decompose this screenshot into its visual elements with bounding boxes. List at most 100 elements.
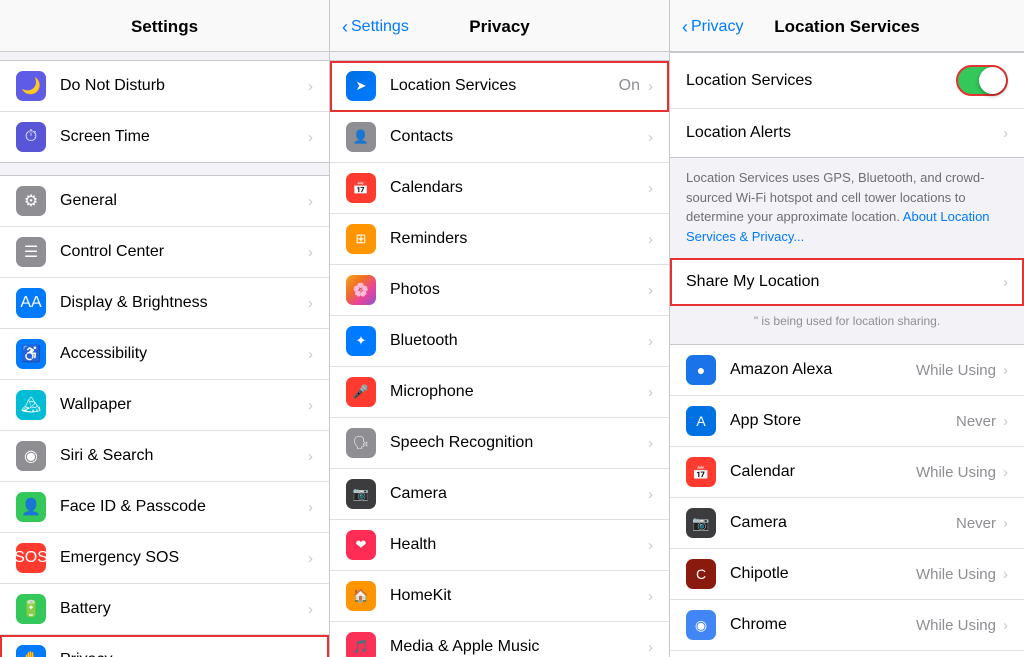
location-services-privacy-chevron-icon: › [648,78,653,95]
settings-item-wallpaper[interactable]: 🏔Wallpaper› [0,380,329,431]
settings-item-privacy[interactable]: ✋Privacy› [0,635,329,657]
homekit-privacy-label: HomeKit [390,587,646,605]
screen-time-label: Screen Time [60,128,306,146]
privacy-item-location-services[interactable]: ➤Location ServicesOn› [330,61,669,112]
contacts-privacy-chevron-icon: › [648,129,653,146]
privacy-item-speech-recognition[interactable]: 🗣Speech Recognition› [330,418,669,469]
contacts-privacy-label: Contacts [390,128,646,146]
location-services-privacy-label: Location Services [390,77,619,95]
location-services-label: Location Services [686,72,956,90]
calendar-app-label: Calendar [730,463,916,481]
amazon-alexa-chevron-icon: › [1003,362,1008,379]
location-header: ‹ Privacy Location Services [670,0,1024,52]
privacy-back-button[interactable]: ‹ Settings [342,18,409,36]
privacy-item-media-apple-music[interactable]: 🎵Media & Apple Music› [330,622,669,657]
app-store-app-icon: A [686,406,716,436]
calendar-permission-value: While Using [916,464,996,481]
location-back-label: Privacy [691,18,743,36]
emergency-sos-label: Emergency SOS [60,549,306,567]
privacy-item-photos[interactable]: 🌸Photos› [330,265,669,316]
location-back-button[interactable]: ‹ Privacy [682,18,743,36]
back-chevron-icon-right: ‹ [682,18,688,36]
location-alerts-row[interactable]: Location Alerts › [670,109,1024,157]
back-chevron-icon: ‹ [342,18,348,36]
accessibility-label: Accessibility [60,345,306,363]
privacy-item-homekit[interactable]: 🏠 HomeKit› [330,571,669,622]
calendar-app-icon: 📅 [686,457,716,487]
chipotle-app-icon: C [686,559,716,589]
battery-icon: 🔋 [16,594,46,624]
apps-group: ●Amazon AlexaWhile Using›AApp StoreNever… [670,344,1024,657]
privacy-panel: ‹ Settings Privacy ➤Location ServicesOn›… [330,0,670,657]
wallpaper-label: Wallpaper [60,396,306,414]
chipotle-permission-value: While Using [916,566,996,583]
privacy-item-bluetooth[interactable]: ✦ Bluetooth› [330,316,669,367]
microphone-privacy-chevron-icon: › [648,384,653,401]
app-item-discogs[interactable]: DDiscogsWhile Using› [670,651,1024,657]
bluetooth-privacy-chevron-icon: › [648,333,653,350]
privacy-item-microphone[interactable]: 🎤Microphone› [330,367,669,418]
settings-item-display-brightness[interactable]: AADisplay & Brightness› [0,278,329,329]
privacy-item-calendars[interactable]: 📅Calendars› [330,163,669,214]
settings-group-1: 🌙Do Not Disturb› ⏱ Screen Time› [0,60,329,163]
app-item-app-store[interactable]: AApp StoreNever› [670,396,1024,447]
wallpaper-icon: 🏔 [16,390,46,420]
settings-group-2: ⚙General›☰Control Center›AADisplay & Bri… [0,175,329,657]
being-used-note: " is being used for location sharing. [670,310,1024,336]
settings-item-emergency-sos[interactable]: SOSEmergency SOS› [0,533,329,584]
privacy-item-camera[interactable]: 📷Camera› [330,469,669,520]
control-center-chevron-icon: › [308,244,313,261]
siri-search-icon: ◉ [16,441,46,471]
health-privacy-icon: ❤ [346,530,376,560]
privacy-item-health[interactable]: ❤ Health› [330,520,669,571]
privacy-header: ‹ Settings Privacy [330,0,669,52]
speech-recognition-privacy-chevron-icon: › [648,435,653,452]
location-services-toggle[interactable] [956,65,1008,96]
settings-item-battery[interactable]: 🔋Battery› [0,584,329,635]
amazon-alexa-app-icon: ● [686,355,716,385]
settings-item-do-not-disturb[interactable]: 🌙Do Not Disturb› [0,61,329,112]
settings-item-accessibility[interactable]: ♿Accessibility› [0,329,329,380]
privacy-scroll: ➤Location ServicesOn›👤Contacts›📅Calendar… [330,52,669,657]
homekit-privacy-icon: 🏠 [346,581,376,611]
app-item-chipotle[interactable]: CChipotleWhile Using› [670,549,1024,600]
media-apple-music-privacy-icon: 🎵 [346,632,376,657]
emergency-sos-icon: SOS [16,543,46,573]
app-item-chrome[interactable]: ◉ChromeWhile Using› [670,600,1024,651]
privacy-item-contacts[interactable]: 👤 Contacts› [330,112,669,163]
settings-title: Settings [131,17,198,37]
app-item-camera[interactable]: 📷CameraNever› [670,498,1024,549]
health-privacy-chevron-icon: › [648,537,653,554]
privacy-item-reminders[interactable]: ⊞Reminders› [330,214,669,265]
calendars-privacy-icon: 📅 [346,173,376,203]
settings-item-siri-search[interactable]: ◉Siri & Search› [0,431,329,482]
siri-search-chevron-icon: › [308,448,313,465]
reminders-privacy-icon: ⊞ [346,224,376,254]
screen-time-chevron-icon: › [308,129,313,146]
amazon-alexa-permission-value: While Using [916,362,996,379]
settings-scroll: 🌙Do Not Disturb›⏱Screen Time› ⚙General›☰… [0,52,329,657]
app-item-calendar[interactable]: 📅CalendarWhile Using› [670,447,1024,498]
health-privacy-label: Health [390,536,646,554]
settings-item-control-center[interactable]: ☰Control Center› [0,227,329,278]
battery-chevron-icon: › [308,601,313,618]
photos-privacy-chevron-icon: › [648,282,653,299]
privacy-label: Privacy [60,651,306,657]
contacts-privacy-icon: 👤 [346,122,376,152]
calendars-privacy-label: Calendars [390,179,646,197]
media-apple-music-privacy-label: Media & Apple Music [390,638,646,656]
settings-header: Settings [0,0,329,52]
share-my-location-row[interactable]: Share My Location › [670,258,1024,306]
settings-item-screen-time[interactable]: ⏱ Screen Time› [0,112,329,162]
camera-privacy-icon: 📷 [346,479,376,509]
app-item-amazon-alexa[interactable]: ●Amazon AlexaWhile Using› [670,345,1024,396]
bluetooth-privacy-label: Bluetooth [390,332,646,350]
settings-item-general[interactable]: ⚙General› [0,176,329,227]
location-title: Location Services [774,17,920,37]
screen-time-icon: ⏱ [16,122,46,152]
camera-permission-value: Never [956,515,996,532]
bluetooth-privacy-icon: ✦ [346,326,376,356]
reminders-privacy-label: Reminders [390,230,646,248]
homekit-privacy-chevron-icon: › [648,588,653,605]
settings-item-face-id[interactable]: 👤Face ID & Passcode› [0,482,329,533]
